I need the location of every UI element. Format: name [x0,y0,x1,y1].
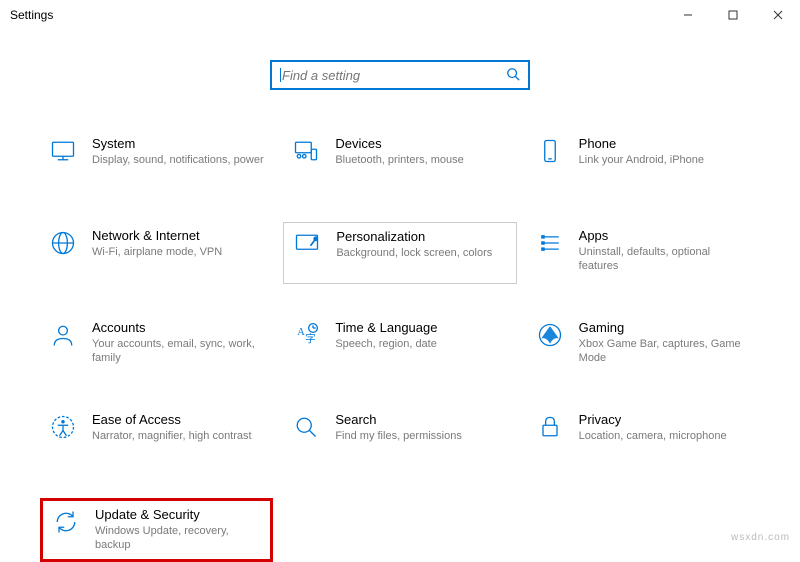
titlebar: Settings [0,0,800,30]
tile-desc: Narrator, magnifier, high contrast [92,429,265,443]
tile-desc: Your accounts, email, sync, work, family [92,337,265,366]
tile-title: Network & Internet [92,228,265,243]
svg-text:字: 字 [305,332,316,345]
tile-devices[interactable]: Devices Bluetooth, printers, mouse [283,130,516,192]
personalization-icon [292,229,322,259]
svg-text:A: A [298,327,306,338]
tile-desc: Bluetooth, printers, mouse [335,153,508,167]
maximize-button[interactable] [710,0,755,30]
search-wrap [20,60,780,90]
tile-title: Time & Language [335,320,508,335]
tile-title: Apps [579,228,752,243]
devices-icon [291,136,321,166]
search-tile-icon [291,412,321,442]
phone-icon [535,136,565,166]
tile-title: Gaming [579,320,752,335]
tile-title: Update & Security [95,507,262,522]
tile-desc: Background, lock screen, colors [336,246,507,260]
tile-title: Personalization [336,229,507,244]
gaming-icon [535,320,565,350]
tile-gaming[interactable]: Gaming Xbox Game Bar, captures, Game Mod… [527,314,760,376]
network-icon [48,228,78,258]
search-input[interactable] [280,67,500,84]
window-title: Settings [10,8,53,22]
window-controls [665,0,800,30]
tile-title: Devices [335,136,508,151]
tile-title: Ease of Access [92,412,265,427]
update-security-icon [51,507,81,537]
tile-apps[interactable]: Apps Uninstall, defaults, optional featu… [527,222,760,284]
tile-privacy[interactable]: Privacy Location, camera, microphone [527,406,760,468]
accounts-icon [48,320,78,350]
tile-desc: Windows Update, recovery, backup [95,524,262,553]
settings-grid: System Display, sound, notifications, po… [40,130,760,562]
tile-phone[interactable]: Phone Link your Android, iPhone [527,130,760,192]
tile-search[interactable]: Search Find my files, permissions [283,406,516,468]
tile-system[interactable]: System Display, sound, notifications, po… [40,130,273,192]
apps-icon [535,228,565,258]
tile-desc: Xbox Game Bar, captures, Game Mode [579,337,752,366]
tile-desc: Uninstall, defaults, optional features [579,245,752,274]
tile-desc: Find my files, permissions [335,429,508,443]
text-caret [280,68,281,82]
tile-desc: Location, camera, microphone [579,429,752,443]
tile-accounts[interactable]: Accounts Your accounts, email, sync, wor… [40,314,273,376]
watermark: wsxdn.com [731,532,790,543]
tile-title: System [92,136,265,151]
tile-title: Phone [579,136,752,151]
tile-desc: Display, sound, notifications, power [92,153,265,167]
tile-title: Privacy [579,412,752,427]
tile-desc: Link your Android, iPhone [579,153,752,167]
content-area: System Display, sound, notifications, po… [0,30,800,562]
tile-time-language[interactable]: A字 Time & Language Speech, region, date [283,314,516,376]
search-box[interactable] [270,60,530,90]
ease-of-access-icon [48,412,78,442]
tile-title: Accounts [92,320,265,335]
tile-title: Search [335,412,508,427]
minimize-button[interactable] [665,0,710,30]
time-language-icon: A字 [291,320,321,350]
tile-network[interactable]: Network & Internet Wi-Fi, airplane mode,… [40,222,273,284]
system-icon [48,136,78,166]
privacy-icon [535,412,565,442]
tile-desc: Wi-Fi, airplane mode, VPN [92,245,265,259]
tile-update-security[interactable]: Update & Security Windows Update, recove… [40,498,273,562]
close-button[interactable] [755,0,800,30]
tile-personalization[interactable]: Personalization Background, lock screen,… [283,222,516,284]
tile-desc: Speech, region, date [335,337,508,351]
search-icon [506,67,520,84]
tile-ease-of-access[interactable]: Ease of Access Narrator, magnifier, high… [40,406,273,468]
